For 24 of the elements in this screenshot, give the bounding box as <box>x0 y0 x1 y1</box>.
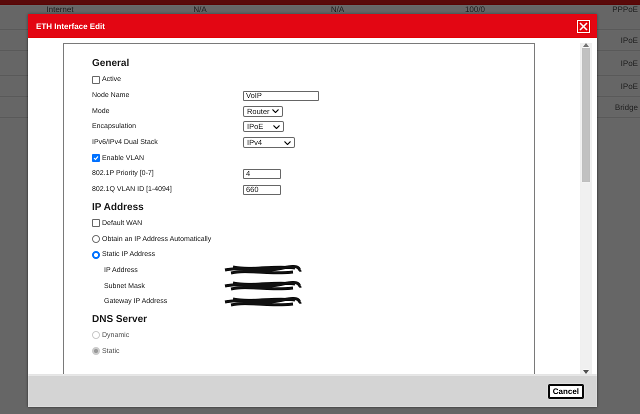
caret-icon <box>273 124 280 129</box>
table-cell: 100/0 <box>464 5 486 14</box>
table-cell: IPoE <box>620 58 638 68</box>
table-cell: IPoE <box>620 82 638 90</box>
table-cell: N/A <box>193 5 207 14</box>
section-heading: DNS Server <box>92 314 148 325</box>
radio-button[interactable] <box>92 235 100 244</box>
cancel-button[interactable]: Cancel <box>548 384 584 399</box>
table-cell: PPPoE <box>612 5 638 14</box>
caret-icon <box>272 109 279 114</box>
checkbox[interactable] <box>92 154 100 162</box>
radio-button[interactable] <box>92 250 100 259</box>
table-cell: IPoE <box>620 36 638 44</box>
table-cell: Internet <box>46 5 74 14</box>
dialog-title: ETH Interface Edit <box>36 22 105 30</box>
caret-icon <box>284 140 292 145</box>
table-cell: Bridge <box>614 102 638 112</box>
close-button[interactable] <box>577 20 590 32</box>
scrollbar[interactable] <box>580 43 592 374</box>
table-cell: N/A <box>330 5 344 14</box>
section-heading: General <box>92 58 130 69</box>
checkbox[interactable] <box>92 219 100 228</box>
checkbox[interactable] <box>92 76 100 84</box>
section-heading: IP Address <box>92 202 145 212</box>
